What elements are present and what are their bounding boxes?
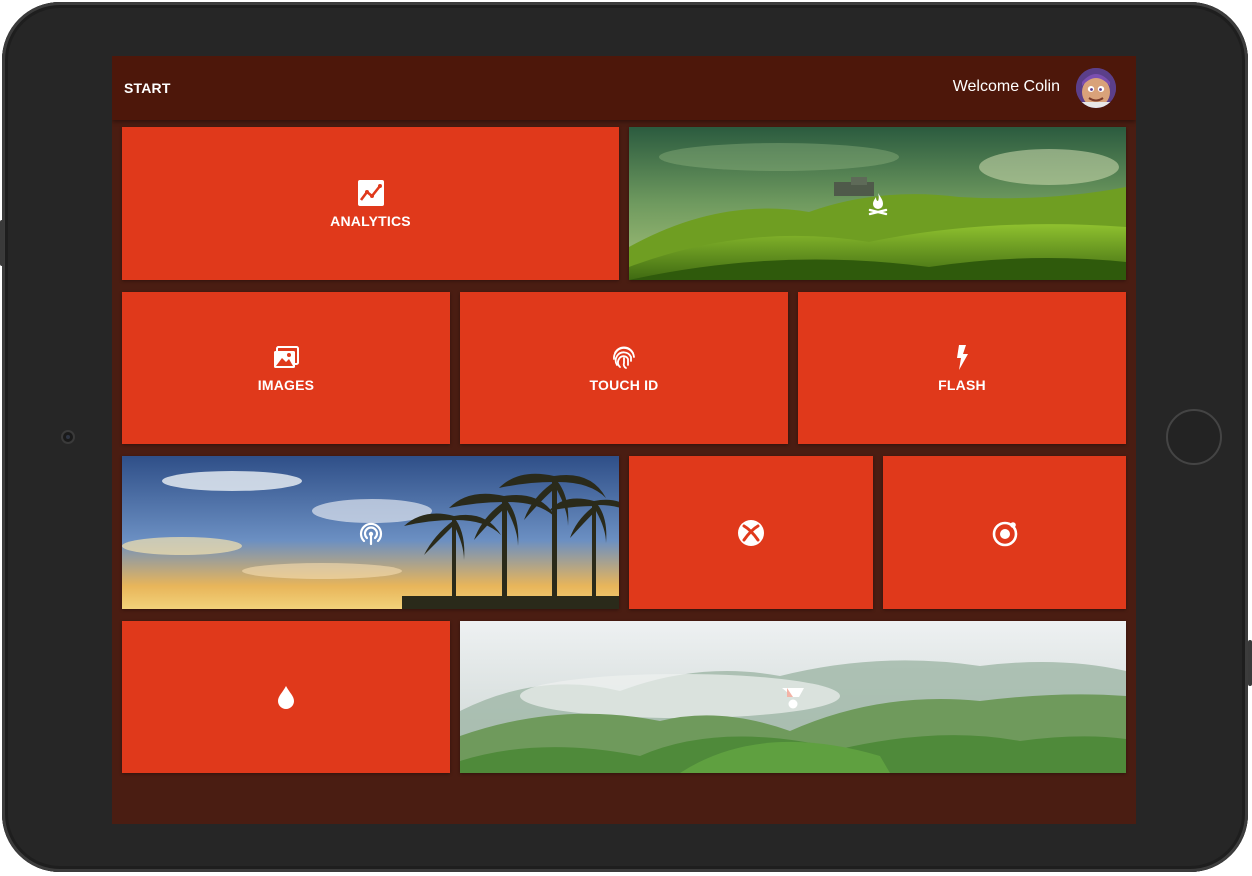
beach-palms-tile[interactable] xyxy=(122,456,619,609)
analytics-icon xyxy=(357,179,384,206)
ionic-tile[interactable] xyxy=(883,456,1126,609)
fingerprint-icon xyxy=(613,346,635,369)
campfire-icon xyxy=(868,192,887,215)
images-label: IMAGES xyxy=(257,377,315,393)
broadcast-icon xyxy=(359,522,382,545)
flash-label: FLASH xyxy=(938,377,986,393)
volume-down-button xyxy=(1248,640,1252,686)
ionic-icon xyxy=(992,521,1017,546)
analytics-tile[interactable]: ANALYTICS xyxy=(122,127,619,280)
home-button[interactable] xyxy=(1166,409,1222,465)
water-drop-tile[interactable] xyxy=(122,621,450,773)
top-bar: START Welcome Colin xyxy=(112,56,1136,120)
analytics-label: ANALYTICS xyxy=(330,212,411,229)
welcome-text: Welcome Colin xyxy=(952,78,1060,95)
front-camera xyxy=(61,430,75,444)
images-icon xyxy=(274,346,299,368)
images-tile[interactable]: IMAGES xyxy=(122,292,450,444)
misty-mountains-tile[interactable] xyxy=(460,621,1126,773)
xbox-tile[interactable] xyxy=(629,456,873,609)
flash-icon xyxy=(957,345,968,370)
water-drop-icon xyxy=(278,686,294,709)
touch-id-label: TOUCH ID xyxy=(589,377,659,393)
start-link[interactable]: START xyxy=(124,80,171,96)
app-screen: START Welcome Colin ANALYTICS IMAGES TOU… xyxy=(112,56,1136,824)
volume-up-button xyxy=(0,220,4,266)
user-avatar[interactable] xyxy=(1076,68,1116,108)
flash-tile[interactable]: FLASH xyxy=(798,292,1126,444)
polymer-icon xyxy=(782,688,804,709)
landscape-hills-tile[interactable] xyxy=(629,127,1126,280)
xbox-icon xyxy=(738,519,764,546)
touch-id-tile[interactable]: TOUCH ID xyxy=(460,292,788,444)
